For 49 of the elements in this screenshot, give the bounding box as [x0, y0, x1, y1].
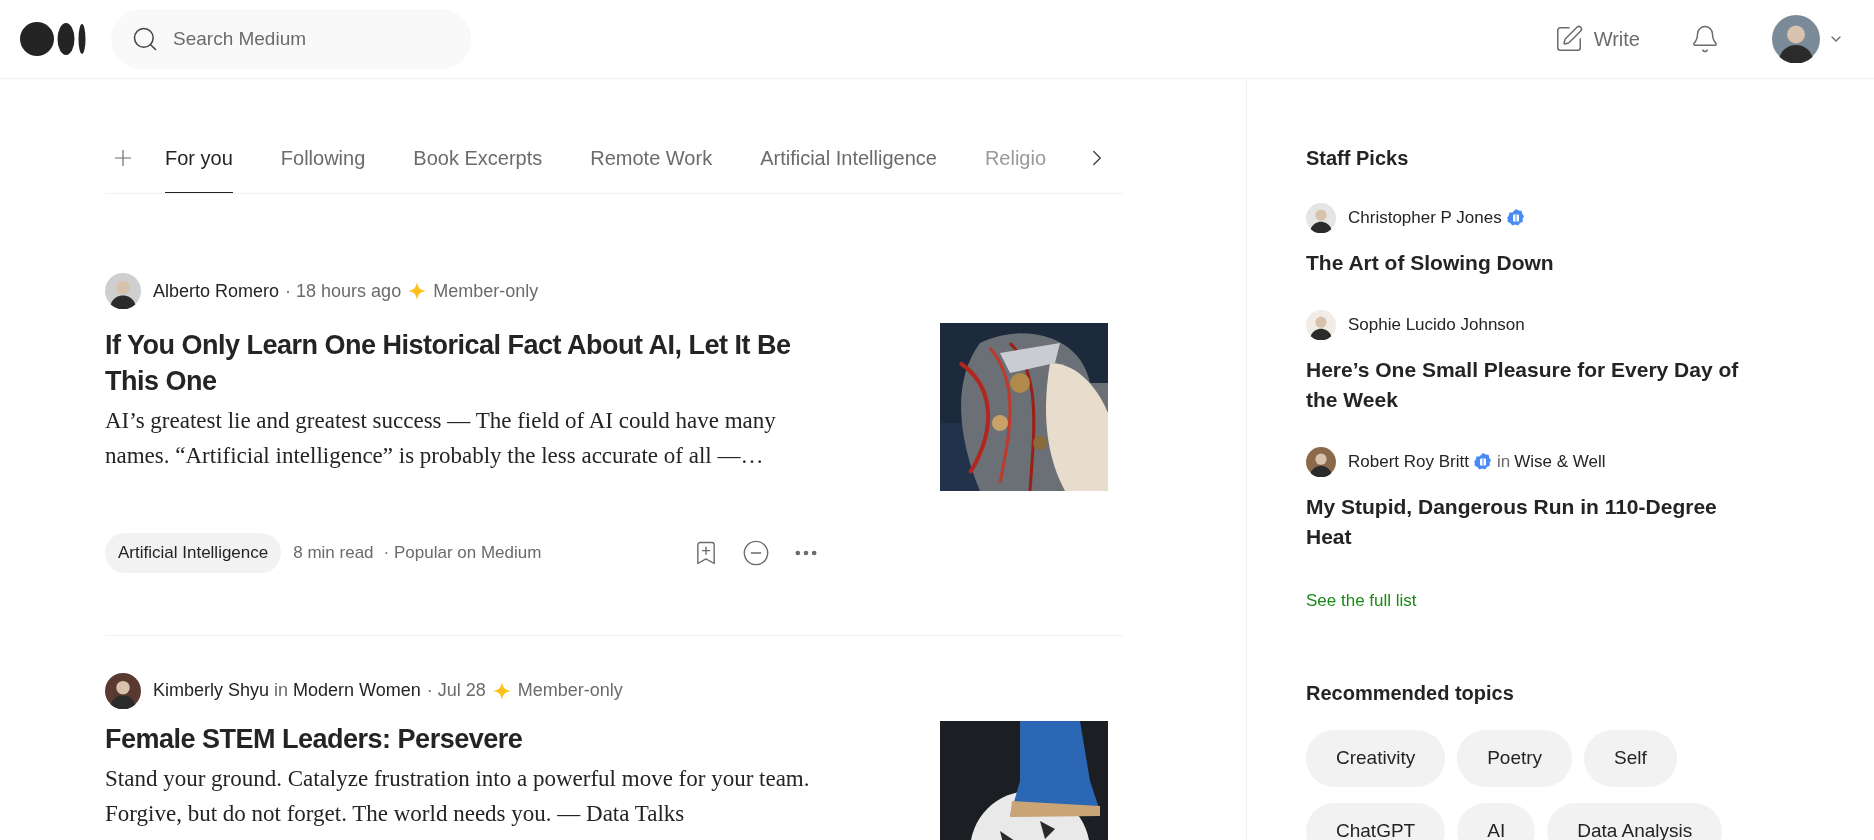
author-name[interactable]: Sophie Lucido Johnson	[1348, 312, 1525, 338]
publication-name[interactable]: Wise & Well	[1514, 449, 1606, 475]
article-title[interactable]: The Art of Slowing Down	[1306, 248, 1766, 278]
post-time: · 18 hours ago	[285, 279, 402, 303]
topic-chip[interactable]: Self	[1584, 729, 1677, 787]
tab[interactable]: Following	[280, 123, 366, 193]
publication-name[interactable]: Modern Women	[293, 677, 421, 704]
avatar	[1306, 203, 1336, 233]
member-only-label: Member-only	[517, 679, 623, 702]
avatar	[105, 672, 141, 709]
show-less-icon[interactable]	[742, 538, 770, 567]
popular-note: · Popular on Medium	[383, 542, 542, 564]
avatar	[105, 273, 141, 309]
logo-icon[interactable]	[20, 22, 88, 56]
avatar	[1772, 15, 1820, 63]
see-full-list-link[interactable]: See the full list	[1306, 588, 1874, 614]
tab[interactable]: Book Excerpts	[413, 123, 543, 193]
article-title[interactable]: If You Only Learn One Historical Fact About AI, Let It Be This One	[105, 327, 820, 399]
section-heading: Staff Picks	[1306, 146, 1410, 171]
topic-chip[interactable]: AI	[1457, 802, 1536, 840]
tab[interactable]: Artificial Intelligence	[760, 123, 937, 193]
in-label: in	[274, 679, 289, 702]
section-heading: Recommended topics	[1306, 680, 1515, 706]
tab[interactable]: Remote Work	[590, 123, 713, 193]
tab[interactable]: For you	[165, 123, 233, 193]
author-name[interactable]: Christopher P Jones	[1348, 205, 1502, 231]
article-title[interactable]: Here’s One Small Pleasure for Every Day of the Week	[1306, 355, 1766, 415]
topic-chip[interactable]: ChatGPT	[1306, 802, 1446, 840]
article-title[interactable]: My Stupid, Dangerous Run in 110-Degree Heat	[1306, 492, 1766, 552]
in-label: in	[1496, 451, 1511, 474]
write-link[interactable]: Write	[1553, 24, 1640, 54]
article-title[interactable]: Female STEM Leaders: Persevere	[105, 720, 820, 757]
notifications-icon[interactable]	[1690, 24, 1720, 54]
search-icon	[131, 25, 159, 53]
author-name[interactable]: Alberto Romero	[153, 277, 280, 305]
author-name[interactable]: Robert Roy Britt	[1348, 449, 1469, 475]
avatar	[1306, 310, 1336, 340]
avatar	[1306, 447, 1336, 477]
read-time: 8 min read	[293, 542, 374, 564]
post-time: · Jul 28	[426, 679, 486, 702]
article-description: Stand your ground. Catalyze frustration into a powerful move for your team. Forgive, but do not forget. The world needs you. — Data Talks	[105, 764, 811, 828]
article-description: AI’s greatest lie and greatest success — The field of AI could have many names. “Artificial intelligence” is probably the less accurate of all —…	[105, 407, 777, 470]
topic-chip[interactable]: Creativity	[1306, 729, 1446, 787]
search-field[interactable]: Search Medium	[111, 9, 471, 69]
topic-chip[interactable]: Poetry	[1457, 729, 1573, 787]
member-only-label: Member-only	[433, 279, 539, 303]
topic-tag[interactable]: Artificial Intelligence	[105, 533, 282, 573]
topic-chip[interactable]: Data Analysis	[1547, 802, 1723, 840]
author-name[interactable]: Kimberly Shyu	[153, 677, 270, 704]
